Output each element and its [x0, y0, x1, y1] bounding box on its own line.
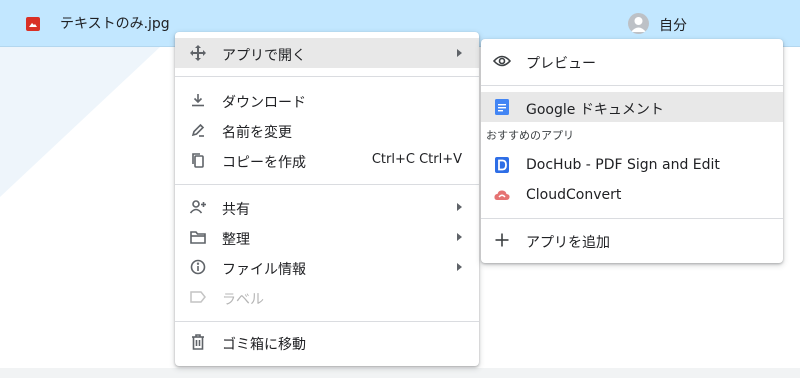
menu-item-open-with[interactable]: アプリで開く: [175, 38, 479, 68]
submenu-divider: [481, 85, 783, 86]
submenu-item-label: DocHub - PDF Sign and Edit: [526, 157, 720, 173]
menu-divider: [175, 184, 479, 185]
menu-item-organize[interactable]: 整理: [175, 222, 479, 252]
menu-item-label: 名前を変更: [222, 125, 292, 141]
download-icon: [189, 91, 207, 109]
menu-item-label: 整理: [222, 232, 250, 248]
menu-item-rename[interactable]: 名前を変更: [175, 115, 479, 145]
cloudconvert-icon: [493, 186, 511, 204]
label-icon: [189, 288, 207, 306]
menu-item-share[interactable]: 共有: [175, 192, 479, 222]
menu-item-label: ファイル情報: [222, 262, 306, 278]
suggested-apps-header: おすすめのアプリ: [486, 129, 574, 142]
menu-item-download[interactable]: ダウンロード: [175, 85, 479, 115]
submenu-item-label: アプリを追加: [526, 235, 610, 251]
google-docs-icon: [493, 98, 511, 116]
submenu-item-label: CloudConvert: [526, 187, 622, 203]
menu-item-label-disabled: ラベル: [175, 282, 479, 312]
file-name[interactable]: テキストのみ.jpg: [60, 13, 170, 33]
menu-item-file-info[interactable]: ファイル情報: [175, 252, 479, 282]
submenu-item-add-app[interactable]: アプリを追加: [481, 225, 783, 255]
open-with-submenu: プレビュー Google ドキュメント おすすめのアプリ DocHub - PD…: [481, 39, 783, 263]
submenu-item-label: プレビュー: [526, 56, 596, 72]
submenu-arrow-icon: [457, 233, 462, 241]
rename-pen-icon: [189, 121, 207, 139]
bottom-band: [0, 368, 800, 378]
menu-item-label: アプリで開く: [222, 48, 306, 64]
submenu-item-google-docs[interactable]: Google ドキュメント: [481, 92, 783, 122]
menu-item-label: ラベル: [222, 292, 264, 308]
trash-icon: [189, 333, 207, 351]
folder-icon: [189, 228, 207, 246]
background-decoration: [0, 47, 160, 197]
submenu-arrow-icon: [457, 49, 462, 57]
eye-icon: [493, 52, 511, 70]
submenu-item-label: Google ドキュメント: [526, 102, 664, 118]
submenu-item-dochub[interactable]: DocHub - PDF Sign and Edit: [481, 150, 783, 180]
person-add-icon: [189, 198, 207, 216]
menu-item-label: ダウンロード: [222, 95, 306, 111]
image-file-icon: [26, 17, 40, 31]
owner-avatar-icon: [628, 13, 649, 34]
submenu-arrow-icon: [457, 263, 462, 271]
plus-icon: [493, 231, 511, 249]
submenu-item-cloudconvert[interactable]: CloudConvert: [481, 180, 783, 210]
menu-divider: [175, 321, 479, 322]
open-with-icon: [189, 44, 207, 62]
copy-icon: [189, 151, 207, 169]
menu-divider: [175, 76, 479, 77]
info-icon: [189, 258, 207, 276]
submenu-arrow-icon: [457, 203, 462, 211]
menu-item-label: 共有: [222, 202, 250, 218]
copy-shortcut: Ctrl+C Ctrl+V: [371, 152, 462, 167]
dochub-icon: [493, 156, 511, 174]
menu-item-label: コピーを作成: [222, 155, 306, 171]
menu-item-make-copy[interactable]: コピーを作成 Ctrl+C Ctrl+V: [175, 145, 479, 175]
owner-label: 自分: [659, 18, 687, 34]
context-menu: アプリで開く ダウンロード 名前を変更 コピーを作成 Ctrl+C Ctrl+V: [175, 32, 479, 366]
submenu-divider: [481, 218, 783, 219]
menu-item-label: ゴミ箱に移動: [222, 337, 306, 353]
submenu-item-preview[interactable]: プレビュー: [481, 46, 783, 76]
menu-item-move-to-trash[interactable]: ゴミ箱に移動: [175, 327, 479, 357]
